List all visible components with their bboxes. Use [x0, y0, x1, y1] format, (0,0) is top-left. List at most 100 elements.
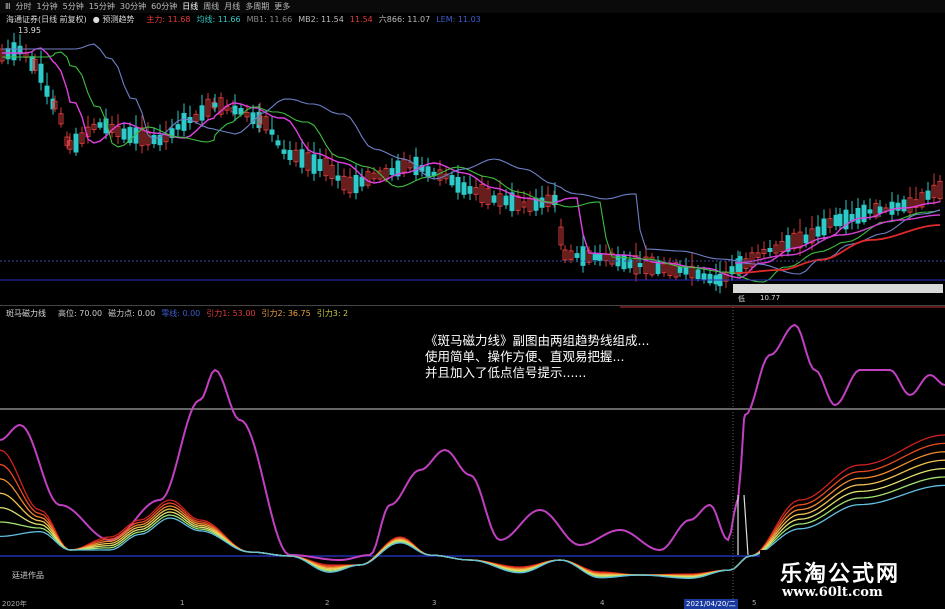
indicator-name[interactable]: ● 预测趋势: [93, 14, 135, 25]
candle-body: [181, 112, 187, 131]
sub-chart-header: 斑马磁力线 高位: 70.00 磁力点: 0.00 零线: 0.00 引力1: 53.…: [0, 307, 945, 319]
toolbar-item-1min[interactable]: 1分钟: [37, 1, 58, 12]
candle-body: [701, 273, 707, 280]
value-label: LEM: 11.03: [436, 14, 481, 24]
brand-name: 乐淘公式网: [780, 562, 901, 587]
candle-body: [281, 149, 287, 154]
value-label: 均线: 11.66: [196, 14, 241, 24]
annotation-text: 《斑马磁力线》副图由两组趋势线组成... 使用简单、操作方便、直观易把握... …: [425, 333, 649, 381]
date-axis-label: 2020年: [2, 600, 27, 608]
candle-body: [855, 208, 861, 224]
toolbar-item-multi-period[interactable]: 多周期: [245, 1, 269, 12]
candle-body: [97, 122, 103, 128]
candle-body: [121, 128, 127, 140]
candle-body: [455, 176, 461, 193]
candle-body: [44, 85, 50, 97]
toolbar-item-weekly[interactable]: 周线: [203, 1, 219, 12]
value-label: 引力3: 2: [316, 308, 349, 318]
candle-body: [767, 247, 773, 253]
toolbar-item-grid[interactable]: Ⅲ: [5, 2, 11, 11]
toolbar-item-monthly[interactable]: 月线: [224, 1, 240, 12]
value-label: 11.54: [349, 14, 373, 24]
period-toolbar: Ⅲ 分时 1分钟 5分钟 15分钟 30分钟 60分钟 日线 周线 月线 多周期…: [0, 0, 945, 13]
date-axis-label: 3: [432, 599, 437, 607]
candle-body: [574, 253, 580, 258]
candle-body: [299, 149, 305, 168]
sub-value-labels: 高位: 70.00 磁力点: 0.00 零线: 0.00 引力1: 53.00 引力2:…: [52, 308, 348, 319]
candle-body: [232, 105, 238, 115]
toolbar-item-more[interactable]: 更多: [274, 1, 290, 12]
date-axis-label: 5: [752, 599, 757, 607]
candle-body: [317, 159, 323, 171]
toolbar-item-5min[interactable]: 5分钟: [63, 1, 84, 12]
candle-body: [73, 133, 79, 153]
value-label: MB2: 11.54: [298, 14, 344, 24]
stock-name[interactable]: 海通证券(日线 前复权): [6, 14, 87, 25]
low-marker-label: 低: [738, 294, 745, 304]
candle-body: [199, 105, 205, 121]
date-axis-label: 4: [600, 599, 605, 607]
candle-body: [677, 267, 683, 273]
annotation-line: 并且加入了低点信号提示......: [425, 365, 587, 380]
ma-value-labels: 主力: 11.68 均线: 11.66 MB1: 11.66 MB2: 11.54 11…: [140, 14, 480, 25]
sub-indicator-name[interactable]: 斑马磁力线: [6, 308, 46, 319]
candle-body: [815, 226, 821, 237]
candle-body: [861, 204, 867, 223]
toolbar-item-timeshare[interactable]: 分时: [16, 1, 32, 12]
candle-body: [353, 174, 359, 194]
panel-divider[interactable]: [0, 305, 945, 306]
candle-body: [335, 175, 341, 181]
candle-body: [821, 218, 827, 236]
candle-body: [461, 182, 467, 195]
candle-body: [269, 129, 275, 135]
ma-line-short: [2, 47, 941, 279]
candle-body: [901, 199, 907, 212]
candle-body: [737, 256, 743, 274]
candle-body: [683, 266, 689, 275]
date-axis-label: 2: [325, 599, 330, 607]
candle-body: [637, 262, 643, 268]
candle-body: [491, 195, 497, 203]
candle-body: [580, 246, 586, 266]
price-info-bar: [733, 284, 943, 293]
value-label: MB1: 11.66: [246, 14, 293, 24]
candle-body: [212, 102, 218, 108]
low-marker: 低: [738, 295, 745, 303]
high-price-label: 13.95: [18, 26, 41, 35]
candle-body: [837, 213, 843, 227]
candle-body: [695, 269, 701, 280]
candle-body: [592, 253, 598, 261]
candle-body: [275, 140, 281, 146]
candle-body: [877, 206, 883, 214]
ma-line-long: [2, 43, 941, 275]
annotation-line: 使用简单、操作方便、直观易把握...: [425, 349, 625, 364]
candle-body: [803, 234, 809, 244]
candle-body: [539, 197, 545, 208]
annotation-line: 《斑马磁力线》副图由两组趋势线组成...: [425, 333, 650, 348]
value-label: 六866: 11.07: [378, 14, 431, 24]
candle-body: [707, 273, 713, 284]
candle-body: [467, 186, 473, 194]
candle-body: [503, 195, 509, 206]
candle-body: [389, 168, 395, 176]
candle-body: [833, 214, 839, 227]
low-signal-marker: [743, 494, 749, 556]
candle-body: [175, 124, 181, 130]
crosshair-date-label: 2021/04/20/二: [684, 599, 738, 609]
toolbar-item-15min[interactable]: 15分钟: [89, 1, 115, 12]
toolbar-item-60min[interactable]: 60分钟: [151, 1, 177, 12]
candle-body: [597, 253, 603, 261]
brand-url: www.60lt.com: [782, 585, 883, 600]
toolbar-item-daily[interactable]: 日线: [182, 1, 198, 12]
date-axis-label: 1: [180, 599, 185, 607]
candle-body: [925, 190, 931, 200]
candle-body: [359, 176, 365, 187]
value-label: 主力: 11.68: [146, 14, 191, 24]
candle-body: [38, 63, 44, 83]
author-label: 廷进作品: [12, 571, 44, 580]
main-chart-header: 海通证券(日线 前复权) ● 预测趋势 主力: 11.68 均线: 11.66 MB…: [0, 13, 945, 25]
toolbar-item-30min[interactable]: 30分钟: [120, 1, 146, 12]
candle-body: [449, 175, 455, 186]
candle-body: [311, 154, 317, 174]
candle-body: [889, 201, 895, 215]
